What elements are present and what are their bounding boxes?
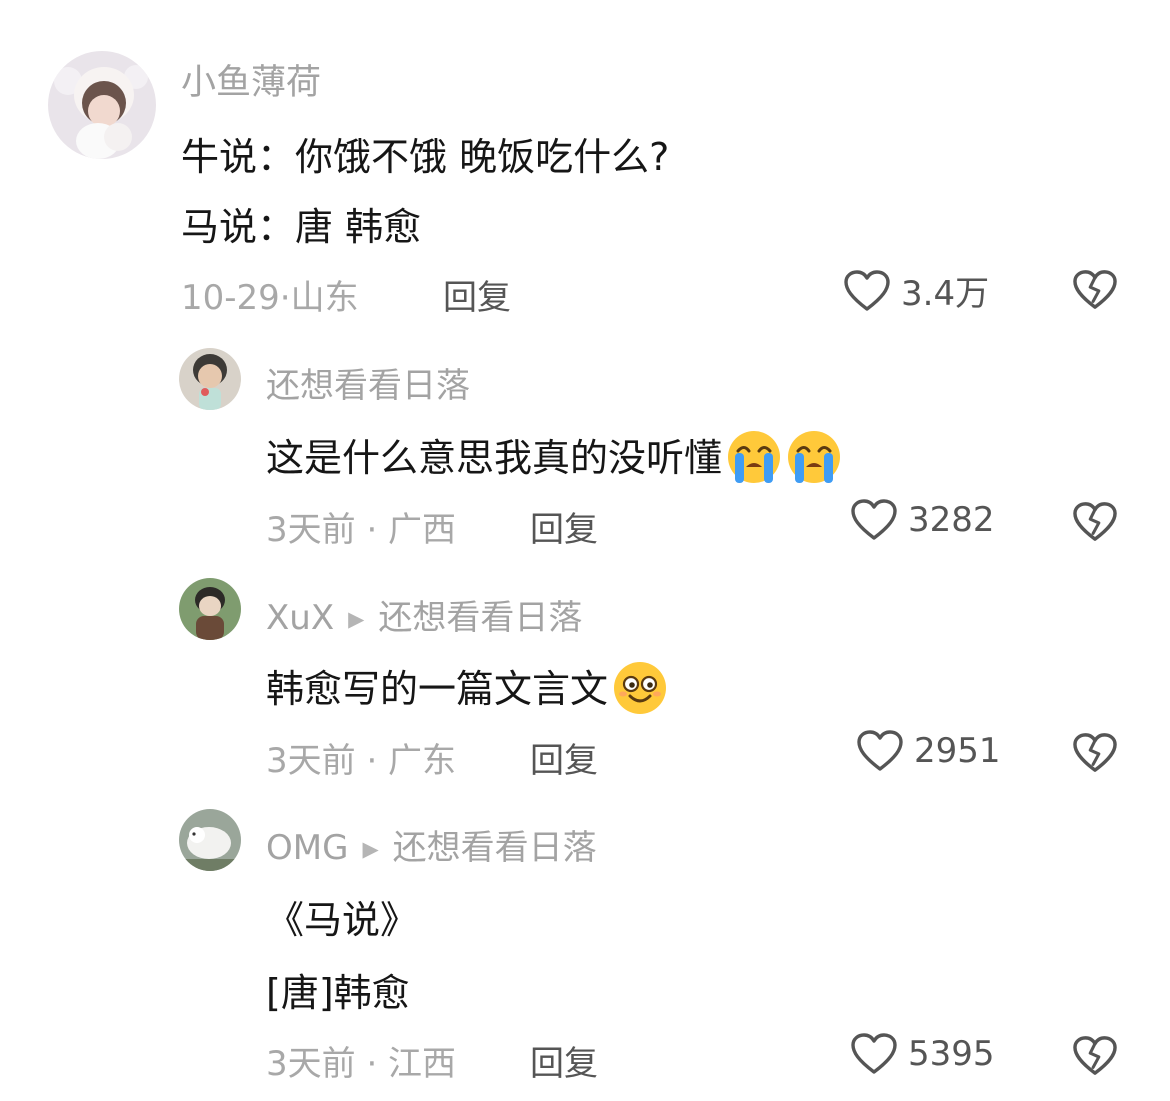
reply-button[interactable]: 回复 [530, 502, 598, 551]
comment-text-line: 《马说》 [266, 898, 419, 942]
loudly-crying-face-icon [726, 429, 782, 485]
broken-heart-icon [1073, 733, 1117, 772]
comment-text: 韩愈写的一篇文言文 [266, 658, 668, 720]
like-button[interactable]: 3282 [850, 498, 995, 542]
heart-outline-icon [851, 499, 897, 540]
dazed-smiling-face-icon [612, 660, 668, 716]
like-count: 3282 [908, 500, 995, 540]
play-triangle-icon: ▶ [362, 836, 379, 861]
heart-outline-icon [851, 1033, 897, 1074]
broken-heart-icon [1073, 1036, 1117, 1075]
comment-text-content: 韩愈写的一篇文言文 [266, 667, 609, 711]
avatar[interactable] [48, 51, 156, 159]
heart-outline-icon [844, 269, 890, 311]
comment-text-line: 马说：唐 韩愈 [181, 205, 422, 249]
dislike-button[interactable] [1072, 269, 1118, 311]
play-triangle-icon: ▶ [348, 606, 365, 631]
broken-heart-icon [1073, 270, 1117, 309]
comment-username[interactable]: XuX [266, 598, 334, 638]
like-count: 3.4万 [901, 274, 990, 314]
loudly-crying-face-icon [786, 429, 842, 485]
comment-username-row: XuX ▶ 还想看看日落 [266, 590, 582, 639]
reply-to-username[interactable]: 还想看看日落 [378, 598, 582, 638]
comment-text-line: 牛说：你饿不饿 晚饭吃什么? [181, 135, 670, 179]
reply-button[interactable]: 回复 [530, 1036, 598, 1085]
reply-button[interactable]: 回复 [443, 270, 511, 319]
avatar[interactable] [179, 578, 241, 640]
like-count: 5395 [908, 1034, 995, 1074]
broken-heart-icon [1073, 502, 1117, 541]
reply-button[interactable]: 回复 [530, 733, 598, 782]
comment-date-location: 10-29·山东 [181, 278, 359, 318]
comment-username-row: OMG ▶ 还想看看日落 [266, 820, 597, 869]
like-button[interactable]: 3.4万 [843, 266, 989, 315]
dislike-button[interactable] [1072, 1035, 1118, 1077]
comment-text-content: 这是什么意思我真的没听懂 [266, 436, 723, 480]
comment-date-location: 3天前 · 广东 [266, 741, 457, 781]
comment-text: 这是什么意思我真的没听懂 [266, 427, 842, 489]
comment-username[interactable]: 还想看看日落 [266, 358, 470, 407]
avatar[interactable] [179, 348, 241, 410]
dislike-button[interactable] [1072, 732, 1118, 774]
like-button[interactable]: 5395 [850, 1032, 995, 1076]
like-button[interactable]: 2951 [856, 729, 1001, 773]
comment-date-location: 3天前 · 广西 [266, 510, 457, 550]
comment-date-location: 3天前 · 江西 [266, 1044, 457, 1084]
comment-text-line: [唐]韩愈 [266, 971, 410, 1015]
like-count: 2951 [914, 731, 1001, 771]
comment-username[interactable]: 小鱼薄荷 [181, 54, 321, 105]
heart-outline-icon [857, 730, 903, 771]
comment-username[interactable]: OMG [266, 828, 348, 868]
reply-to-username[interactable]: 还想看看日落 [393, 828, 597, 868]
avatar[interactable] [179, 809, 241, 871]
dislike-button[interactable] [1072, 501, 1118, 543]
